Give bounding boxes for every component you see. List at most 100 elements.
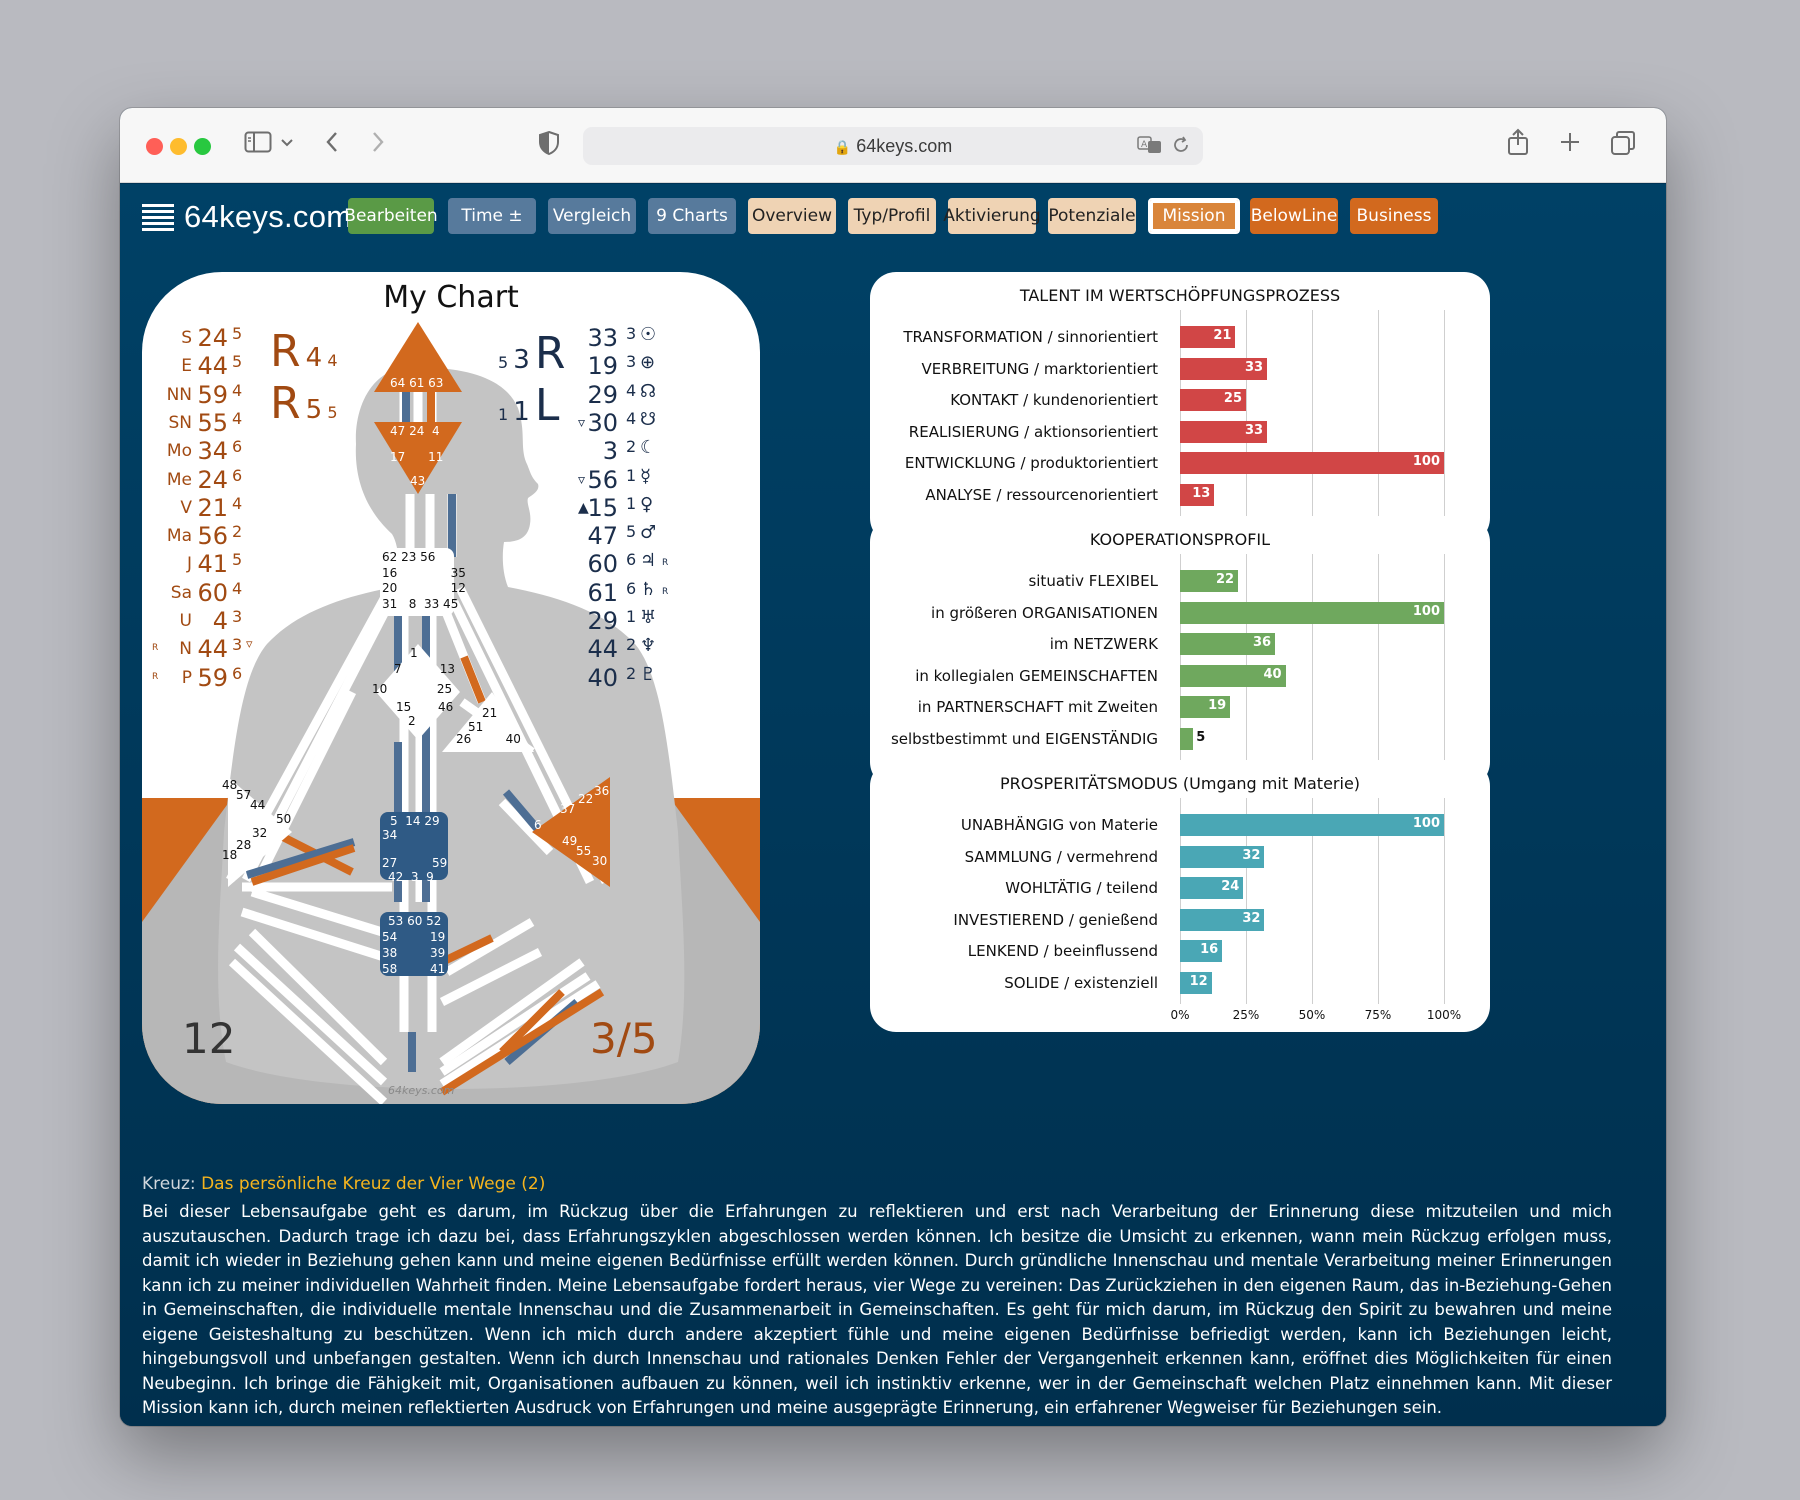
bar[interactable]: 32 (1180, 908, 1265, 931)
nav-button-typ-profil[interactable]: Typ/Profil (848, 198, 936, 234)
gate-label[interactable]: 37 (560, 802, 575, 816)
nav-button-business[interactable]: Business (1350, 198, 1438, 234)
close-window-button[interactable] (146, 138, 163, 155)
gate-label[interactable]: 10 25 (372, 682, 452, 696)
line-number: 6 (626, 578, 637, 598)
bar[interactable]: 33 (1180, 357, 1268, 380)
gate-label[interactable]: 31 8 33 45 (382, 597, 458, 611)
bar[interactable]: 36 (1180, 633, 1276, 656)
bar[interactable]: 24 (1180, 877, 1244, 900)
gate-label[interactable]: 22 (578, 792, 593, 806)
gate-label[interactable]: 49 (562, 834, 577, 848)
bar-category-label: in größeren ORGANISATIONEN (931, 603, 1158, 622)
gate-label[interactable]: 39 (430, 946, 445, 960)
bar[interactable]: 33 (1180, 420, 1268, 443)
bar[interactable]: 25 (1180, 389, 1246, 412)
gate-label[interactable]: 53 60 52 (388, 914, 441, 928)
gate-label[interactable]: 55 (576, 844, 591, 858)
new-tab-icon[interactable] (1558, 130, 1582, 158)
gate-label[interactable]: 6 (534, 818, 542, 832)
translate-icon[interactable]: A (1137, 135, 1163, 159)
gate-label[interactable]: 57 (236, 788, 251, 802)
minimize-window-button[interactable] (170, 138, 187, 155)
gate-label[interactable]: 19 (430, 930, 445, 944)
gate-label[interactable]: 17 11 (390, 450, 443, 464)
bar[interactable]: 100 (1180, 452, 1444, 475)
chart-watermark: 64keys.com (388, 1084, 455, 1097)
line-number: 2 (232, 522, 243, 542)
cross-link[interactable]: Das persönliche Kreuz der Vier Wege (2) (201, 1174, 545, 1194)
gate-label[interactable]: 64 61 63 (390, 376, 443, 390)
tabs-overview-icon[interactable] (1610, 130, 1636, 160)
bar[interactable]: 21 (1180, 326, 1236, 348)
back-arrow-icon[interactable] (324, 130, 340, 158)
forward-arrow-icon[interactable] (370, 130, 386, 158)
gate-label[interactable]: 43 (410, 474, 425, 488)
sidebar-toggle-icon[interactable] (244, 130, 272, 158)
gate-label[interactable]: 27 (382, 856, 397, 870)
gate-label[interactable]: 20 12 (382, 581, 466, 595)
bar[interactable]: 13 (1180, 484, 1215, 506)
gate-number: 33 (587, 324, 618, 352)
gate-label[interactable]: 16 35 (382, 566, 466, 580)
gate-label[interactable]: 38 (382, 946, 397, 960)
nav-button-potenziale[interactable]: Potenziale (1048, 198, 1136, 234)
gate-label[interactable]: 50 (276, 812, 291, 826)
nav-button-bearbeiten[interactable]: Bearbeiten (344, 198, 438, 234)
bar[interactable]: 40 (1180, 664, 1286, 687)
gate-label[interactable]: 54 (382, 930, 397, 944)
gate-label[interactable]: 21 (482, 706, 497, 720)
gate-label[interactable]: 62 23 56 (382, 550, 435, 564)
gate-label[interactable]: 7 13 (394, 662, 455, 676)
gate-label[interactable]: 2 (408, 714, 416, 728)
address-bar[interactable]: 🔒 64keys.com A (583, 127, 1203, 165)
gate-label[interactable]: 42 3 9 (388, 870, 434, 884)
maximize-window-button[interactable] (194, 138, 211, 155)
share-icon[interactable] (1506, 128, 1530, 160)
reload-icon[interactable] (1171, 135, 1191, 159)
nav-button-overview[interactable]: Overview (748, 198, 836, 234)
site-logo[interactable]: 64keys.com (142, 196, 352, 238)
gate-label[interactable]: 59 (432, 856, 447, 870)
planet-label: E (181, 356, 192, 377)
gate-label[interactable]: 36 (594, 784, 609, 798)
nav-button-9-charts[interactable]: 9 Charts (648, 198, 736, 234)
gate-label[interactable]: 5 14 29 (390, 814, 440, 828)
gate-label[interactable]: 41 (430, 962, 445, 976)
nav-button-aktivierung[interactable]: Aktivierung (943, 198, 1041, 234)
gate-label[interactable]: 1 (410, 646, 418, 660)
bar[interactable]: 32 (1180, 845, 1265, 868)
bar[interactable]: 5 (1180, 728, 1205, 750)
gate-label[interactable]: 32 (252, 826, 267, 840)
nav-button-vergleich[interactable]: Vergleich (548, 198, 636, 234)
nav-button-mission[interactable]: Mission (1148, 198, 1240, 234)
gate-label[interactable]: 58 (382, 962, 397, 976)
bar[interactable]: 12 (1180, 972, 1212, 994)
gate-label[interactable]: 15 46 (396, 700, 453, 714)
gate-label[interactable]: 30 (592, 854, 607, 868)
bar[interactable]: 100 (1180, 814, 1444, 836)
definition-number: 2 (166, 734, 192, 780)
gate-label[interactable]: 28 (236, 838, 251, 852)
gate-label[interactable]: 26 40 (456, 732, 521, 746)
shield-icon[interactable] (538, 130, 560, 160)
bar-category-label: INVESTIEREND / genießend (953, 910, 1158, 929)
bar-value-label: 32 (1242, 910, 1261, 926)
logo-text: 64keys.com (184, 199, 353, 234)
grid-line (1444, 798, 1445, 1004)
gate-label[interactable]: 34 (382, 828, 397, 842)
gate-label[interactable]: 18 (222, 848, 237, 862)
bar[interactable]: 19 (1180, 696, 1231, 719)
planet-label: NN (166, 384, 192, 405)
gate-label[interactable]: 47 24 4 (390, 424, 440, 438)
nav-button-time-[interactable]: Time ± (448, 198, 536, 234)
bar[interactable]: 22 (1180, 570, 1239, 592)
chevron-down-icon[interactable] (280, 134, 294, 153)
bar-value-label: 25 (1223, 391, 1242, 407)
gate-number: 55 (197, 408, 228, 437)
gate-label[interactable]: 48 (222, 778, 237, 792)
gate-label[interactable]: 44 (250, 798, 265, 812)
bar[interactable]: 100 (1180, 601, 1444, 624)
bar[interactable]: 16 (1180, 940, 1223, 963)
nav-button-belowline[interactable]: BelowLine (1250, 198, 1338, 234)
